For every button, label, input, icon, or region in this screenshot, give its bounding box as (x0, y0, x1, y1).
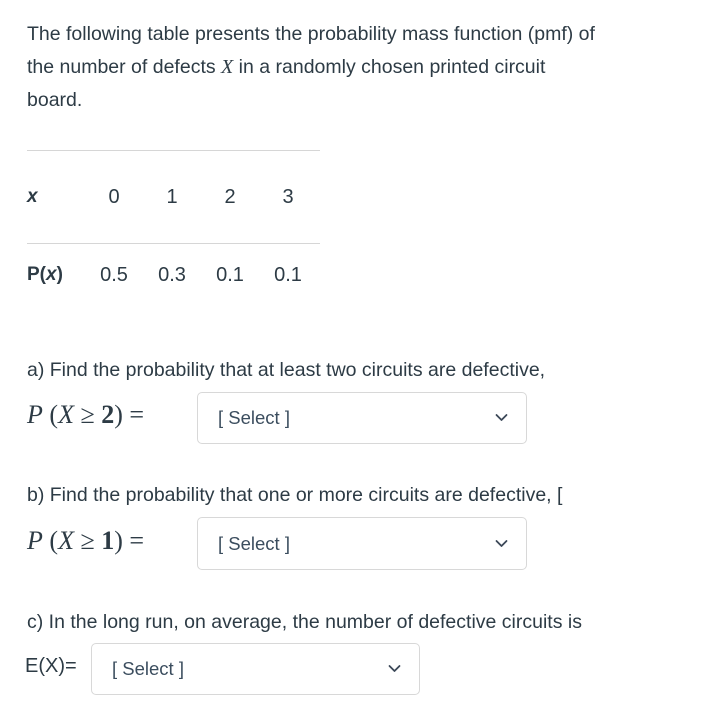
table-cell-p-2: 0.1 (216, 263, 244, 286)
question-c-prompt: c) In the long run, on average, the numb… (27, 611, 582, 633)
intro-paragraph: The following table presents the probabi… (27, 18, 720, 117)
question-b-select[interactable]: [ Select ] (197, 517, 527, 570)
table-row-x: x 0 1 2 3 (27, 151, 320, 243)
chevron-down-icon (495, 537, 508, 550)
intro-line-2-after: in a randomly chosen printed circuit (233, 56, 546, 78)
question-c-label: E(X)= (25, 655, 77, 677)
table-header-x: x (27, 186, 38, 207)
table-cell-p-0: 0.5 (100, 263, 128, 286)
question-b-prompt: b) Find the probability that one or more… (27, 484, 563, 506)
question-page: The following table presents the probabi… (0, 0, 720, 722)
question-a-prompt: a) Find the probability that at least tw… (27, 359, 546, 381)
question-b-select-value: [ Select ] (218, 532, 290, 554)
intro-line-2-before: the number of defects (27, 56, 222, 78)
intro-line-1: The following table presents the probabi… (27, 23, 595, 45)
chevron-down-icon (388, 662, 401, 675)
intro-random-variable: X (221, 56, 234, 78)
intro-line-2: the number of defects X in a randomly ch… (27, 51, 720, 84)
chevron-down-icon (495, 411, 508, 424)
question-a-select-value: [ Select ] (218, 407, 290, 428)
table-cell-p-3: 0.1 (274, 263, 302, 286)
table-cell-x-0: 0 (108, 185, 120, 208)
table-cell-p-1: 0.3 (158, 263, 186, 286)
question-b-expression: P (X ≥ 1) = (27, 526, 145, 555)
table-cell-x-1: 1 (166, 185, 178, 208)
table-row-px: P(x) 0.5 0.3 0.1 0.1 (27, 244, 320, 306)
pmf-table: x 0 1 2 3 P(x) 0.5 0.3 0.1 0.1 (27, 150, 320, 306)
question-c-select-value: [ Select ] (112, 658, 184, 679)
question-a-expression: P (X ≥ 2) = (27, 400, 145, 429)
question-c-select[interactable]: [ Select ] (91, 643, 420, 695)
table-cell-x-3: 3 (282, 185, 294, 208)
table-header-px: P(x) (27, 264, 63, 285)
intro-line-3: board. (27, 89, 83, 111)
question-a-select[interactable]: [ Select ] (197, 392, 527, 444)
table-cell-x-2: 2 (224, 185, 236, 208)
